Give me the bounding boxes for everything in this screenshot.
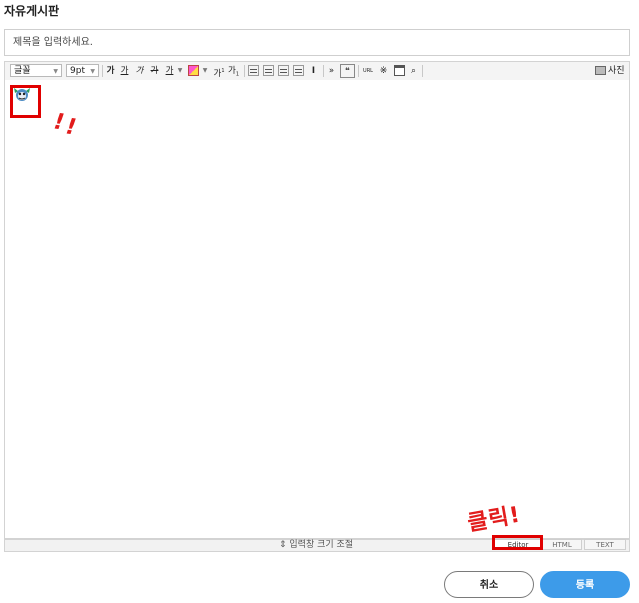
submit-button[interactable]: 등록: [540, 571, 630, 598]
title-input[interactable]: [5, 30, 629, 55]
tab-html[interactable]: HTML: [542, 539, 582, 550]
superscript-button[interactable]: 가1: [213, 65, 225, 79]
strikethrough-button[interactable]: 가: [149, 65, 160, 77]
cancel-button[interactable]: 취소: [444, 571, 534, 598]
toolbar-divider: [422, 65, 423, 77]
page-title: 자유게시판: [4, 4, 60, 18]
chevron-down-icon: ▼: [53, 68, 58, 75]
toolbar-divider: [244, 65, 245, 77]
align-justify-icon[interactable]: [293, 65, 304, 76]
font-size-select[interactable]: 9pt ▼: [66, 64, 99, 77]
special-char-icon[interactable]: ※: [378, 65, 389, 77]
resize-label[interactable]: ⇕ 입력창 크기 조절: [279, 540, 353, 551]
subscript-button[interactable]: 가1: [227, 65, 240, 78]
line-height-icon[interactable]: I: [308, 65, 319, 77]
subscript-label: 가: [227, 66, 236, 76]
subscript-mark: 1: [235, 71, 239, 78]
chevron-down-icon: ▼: [90, 68, 95, 75]
toolbar-divider: [102, 65, 103, 77]
underline-button[interactable]: 가: [119, 65, 130, 77]
align-right-icon[interactable]: [278, 65, 289, 76]
text-color-button[interactable]: 가: [164, 65, 175, 77]
font-family-select[interactable]: 글꼴 ▼: [10, 64, 62, 77]
emoticon-highlight-box: [10, 85, 41, 118]
link-button[interactable]: URL: [361, 65, 375, 77]
italic-button[interactable]: 가: [134, 65, 145, 77]
editor-tab-highlight-box: [492, 535, 543, 550]
table-icon[interactable]: [394, 65, 405, 76]
more-tools-button[interactable]: »: [327, 65, 336, 77]
search-icon[interactable]: ⌕: [408, 65, 419, 77]
photo-label: 사진: [608, 66, 625, 76]
bold-button[interactable]: 가: [105, 65, 116, 77]
tab-text[interactable]: TEXT: [584, 539, 626, 550]
font-size-label: 9pt: [70, 66, 85, 76]
chevron-down-icon[interactable]: ▼: [176, 65, 184, 77]
editor-area[interactable]: [4, 80, 630, 539]
photo-button[interactable]: 사진: [595, 64, 625, 78]
font-family-label: 글꼴: [14, 66, 31, 76]
chevron-down-icon[interactable]: ▼: [201, 65, 209, 77]
superscript-mark: 1: [221, 68, 225, 74]
title-field[interactable]: [4, 29, 630, 56]
editor-toolbar: 글꼴 ▼ 9pt ▼ 가 가 가 가 가 ▼ ▼ 가1 가1 I » ❝ URL…: [4, 61, 630, 82]
background-color-icon[interactable]: [188, 65, 199, 76]
toolbar-divider: [358, 65, 359, 77]
toolbar-divider: [323, 65, 324, 77]
align-center-icon[interactable]: [263, 65, 274, 76]
photo-icon: [595, 66, 606, 75]
quote-icon[interactable]: ❝: [340, 64, 355, 78]
align-left-icon[interactable]: [248, 65, 259, 76]
